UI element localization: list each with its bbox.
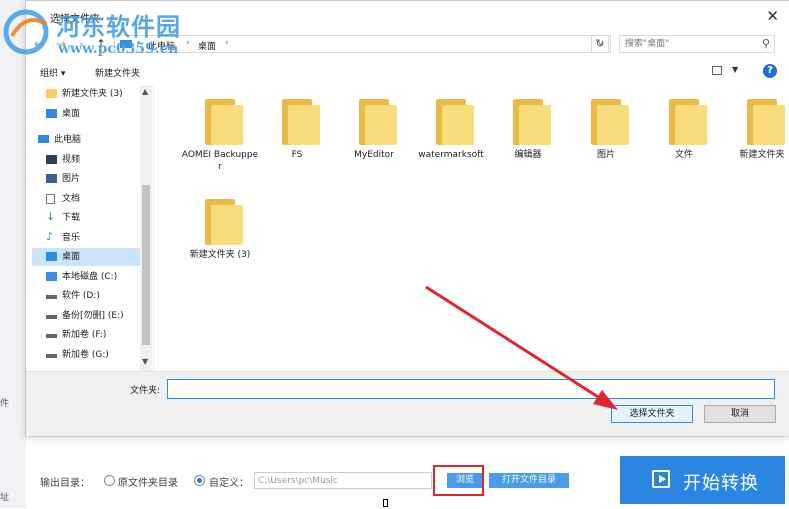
annotation-arrow xyxy=(425,285,618,410)
watermark-url: www.pc0359.cn xyxy=(58,41,179,57)
watermark-logo xyxy=(3,9,49,55)
mouse-cursor xyxy=(383,499,388,507)
watermark-title: 河东软件园 xyxy=(56,12,181,41)
